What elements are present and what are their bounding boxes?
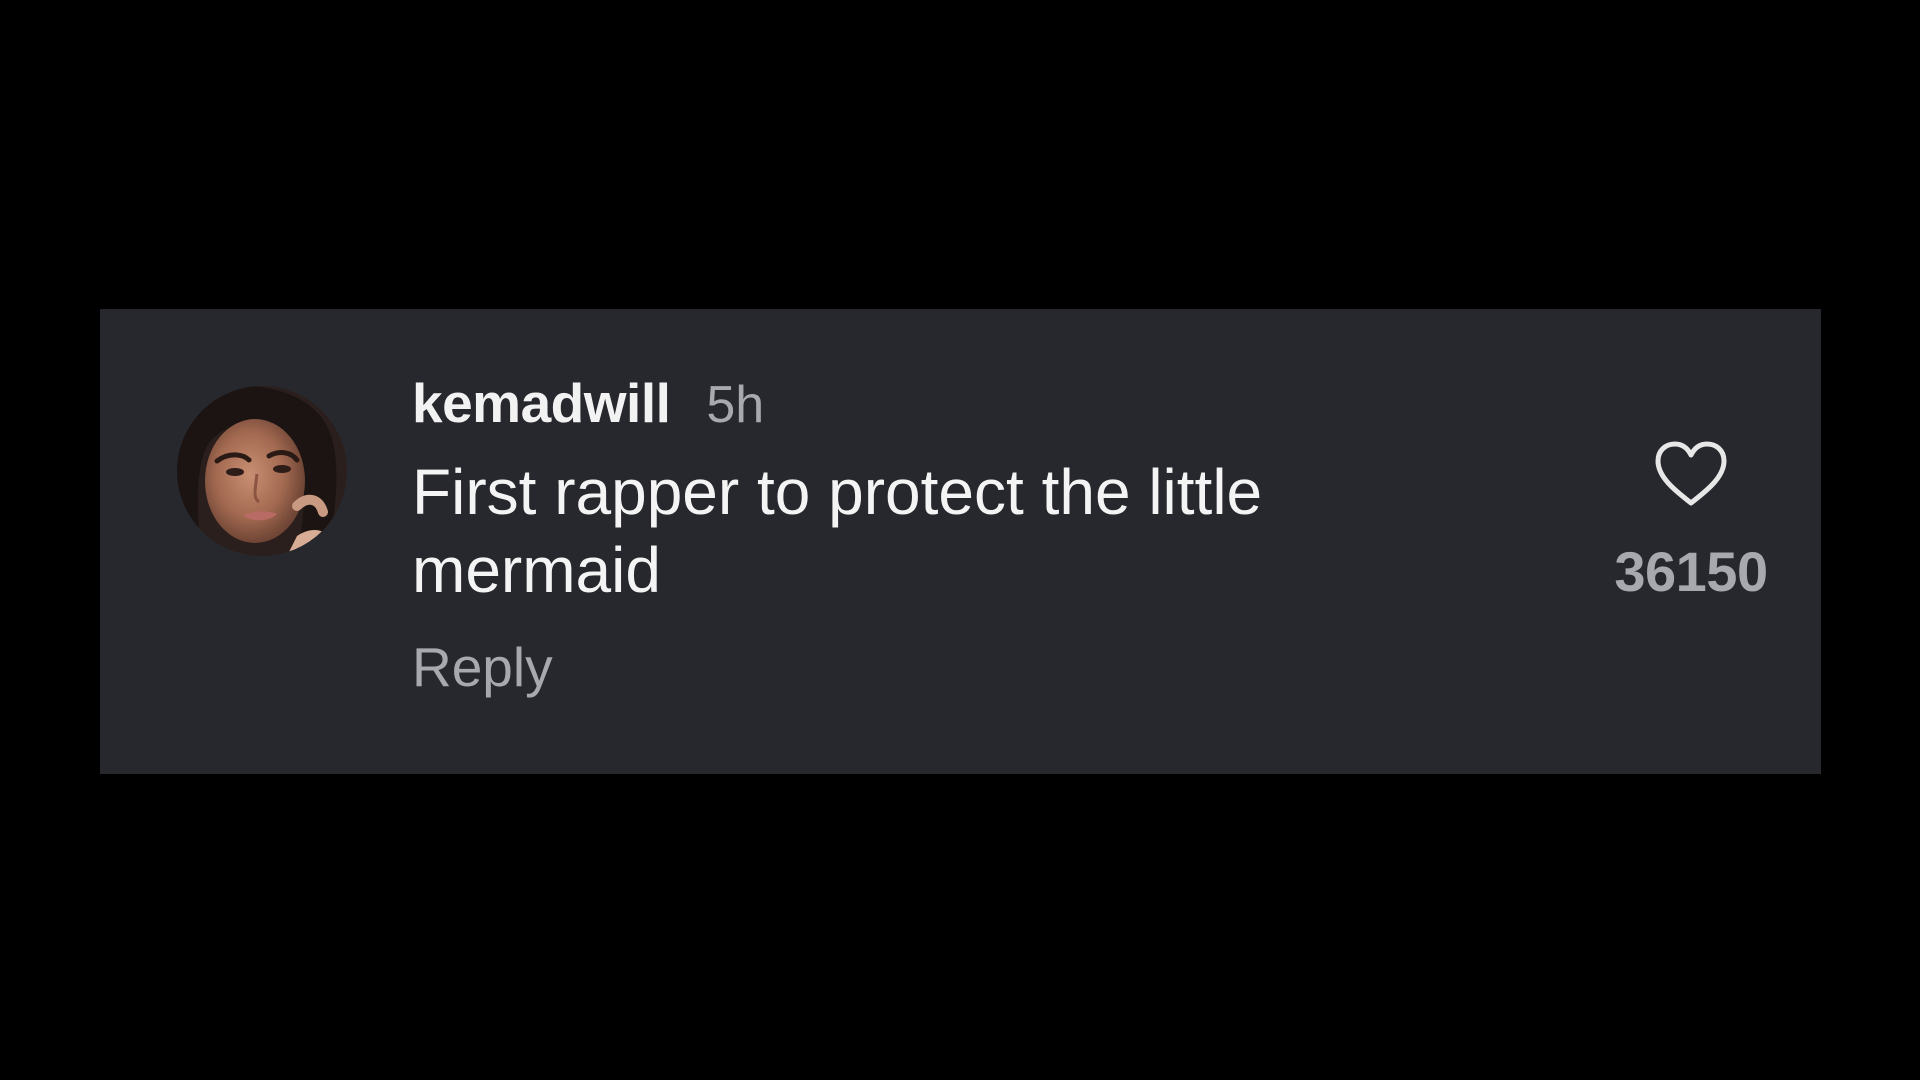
- like-area: 36150: [1611, 439, 1771, 604]
- comment-meta: kemadwill 5h: [412, 371, 1612, 443]
- username[interactable]: kemadwill: [412, 371, 671, 435]
- comment-body: kemadwill 5h First rapper to protect the…: [412, 371, 1612, 699]
- like-count: 36150: [1614, 540, 1768, 603]
- avatar[interactable]: [177, 386, 347, 556]
- reply-button[interactable]: Reply: [412, 635, 553, 699]
- heart-icon[interactable]: [1652, 439, 1730, 509]
- timestamp: 5h: [706, 376, 765, 434]
- avatar-photo: [177, 386, 347, 556]
- comment-text: First rapper to protect the little merma…: [412, 456, 1263, 606]
- comment-card: kemadwill 5h First rapper to protect the…: [100, 309, 1821, 774]
